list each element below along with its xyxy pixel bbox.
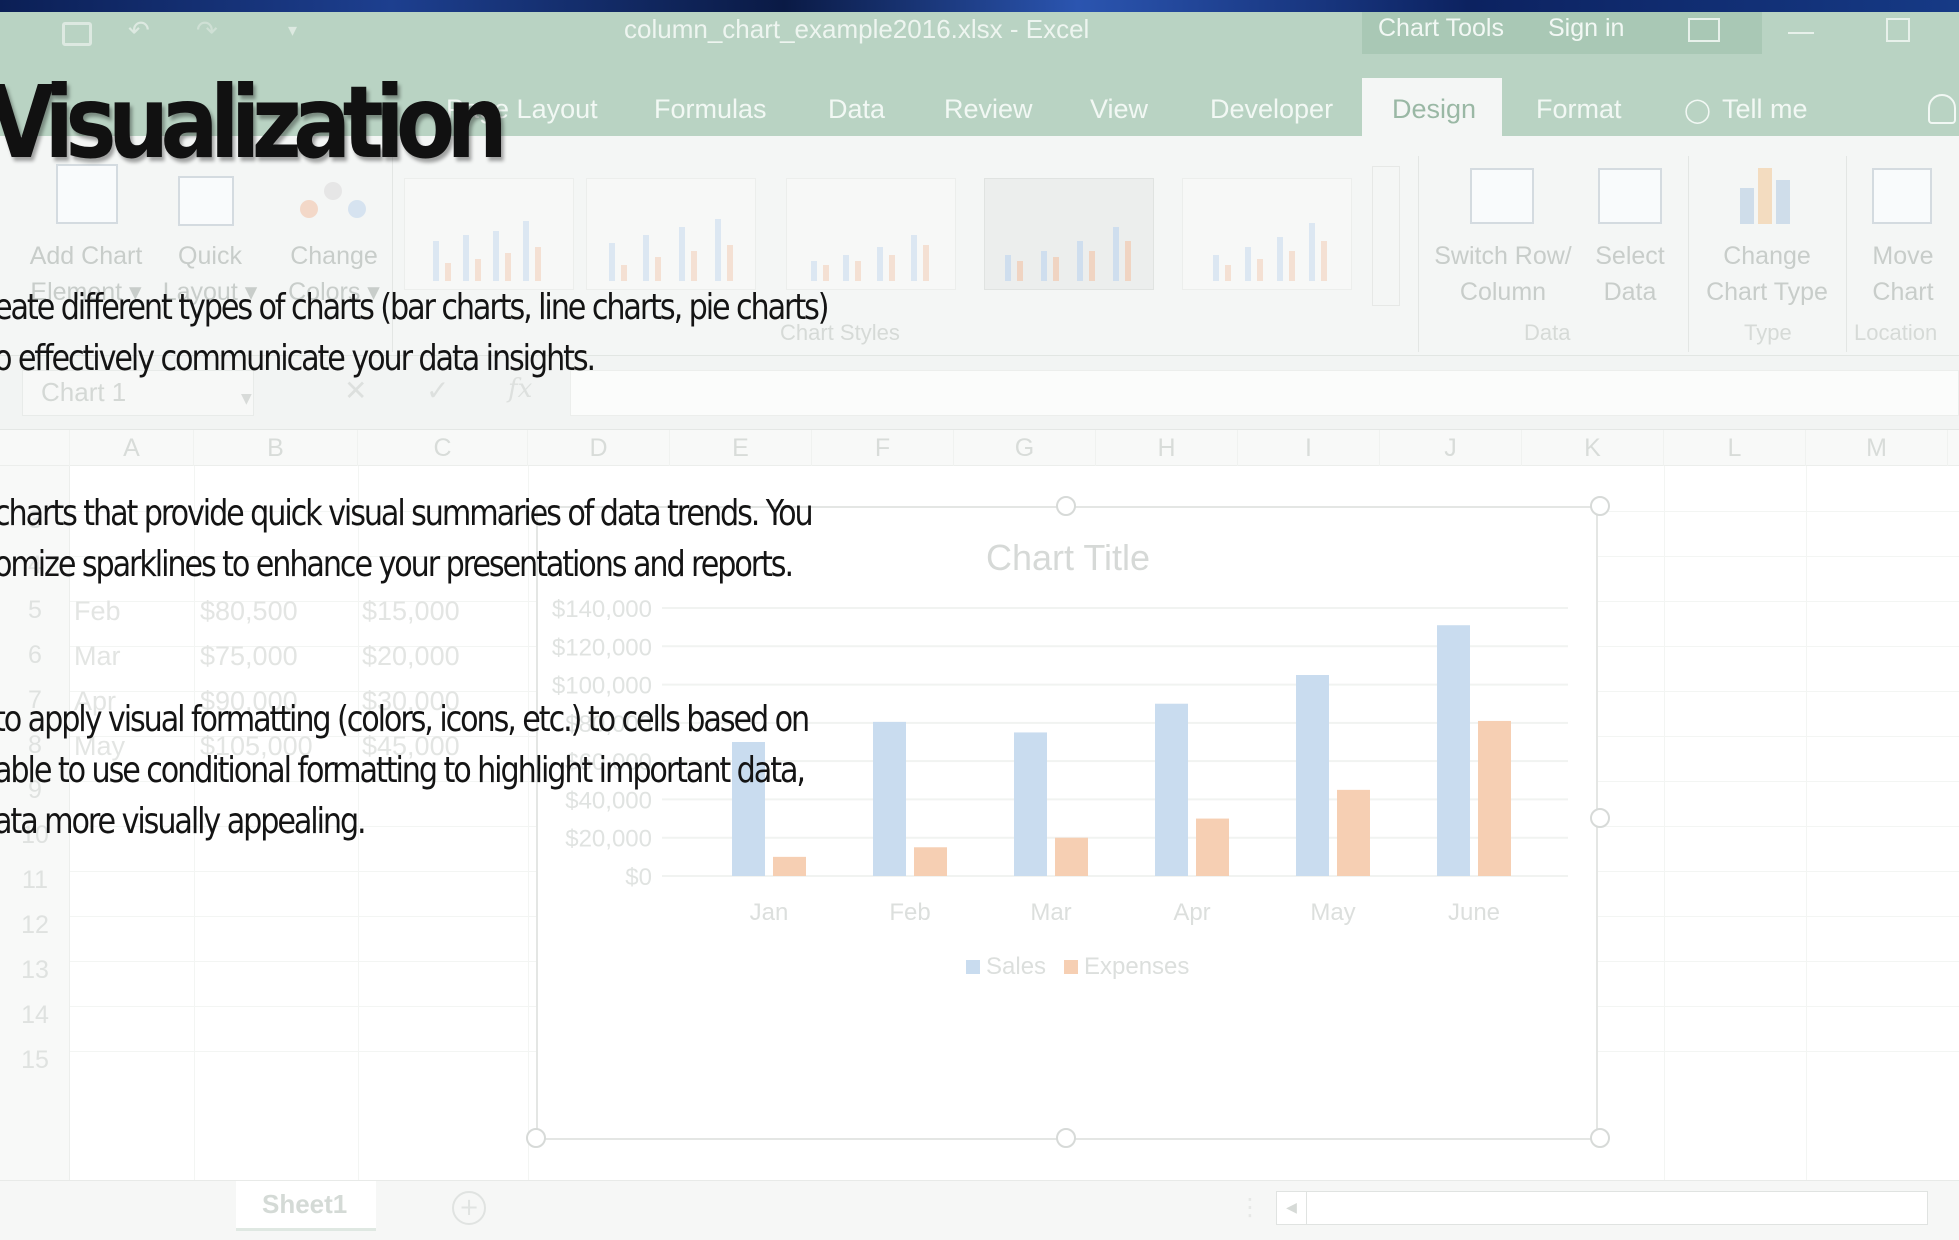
slide-overlay: Visualization eate different types of ch… [0,0,1959,1240]
slide-paragraph-conditional-formatting: to apply visual formatting (colors, icon… [0,694,810,847]
slide-text-line: charts that provide quick visual summari… [0,493,814,534]
slide-text-line: omize sparklines to enhance your present… [0,544,794,585]
slide-paragraph-sparklines: charts that provide quick visual summari… [0,488,814,590]
slide-text-line: o effectively communicate your data insi… [0,338,596,379]
slide-text-line: eate different types of charts (bar char… [0,287,830,328]
slide-text-line: ata more visually appealing. [0,801,367,842]
slide-text-line: able to use conditional formatting to hi… [0,750,806,791]
slide-title: Visualization [0,64,508,181]
slide-paragraph-charts: eate different types of charts (bar char… [0,282,830,384]
slide-text-line: to apply visual formatting (colors, icon… [0,699,810,740]
